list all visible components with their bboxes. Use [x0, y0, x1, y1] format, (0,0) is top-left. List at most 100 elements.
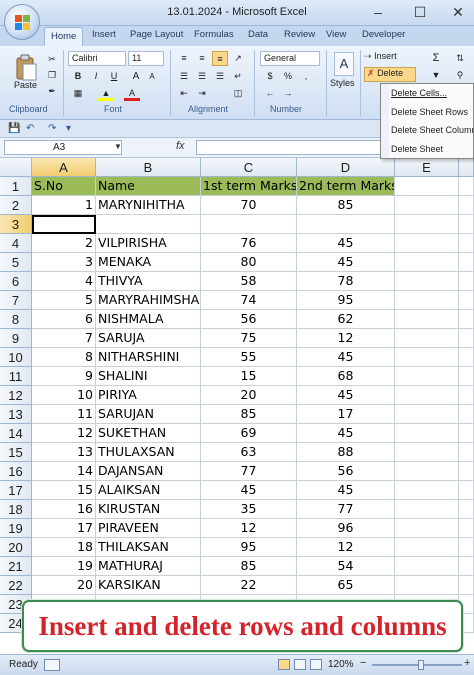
- table-cell[interactable]: 2: [32, 234, 96, 253]
- table-cell[interactable]: 45: [297, 234, 395, 253]
- align-left-icon[interactable]: ☰: [176, 69, 192, 84]
- tab-developer[interactable]: Developer: [362, 29, 405, 40]
- empty-cell[interactable]: [459, 291, 474, 310]
- table-cell[interactable]: THIVYA: [96, 272, 201, 291]
- table-cell[interactable]: 19: [32, 557, 96, 576]
- delete-cells-button[interactable]: ✗ Delete: [364, 67, 416, 82]
- table-cell[interactable]: 3: [32, 253, 96, 272]
- empty-cell[interactable]: [459, 386, 474, 405]
- empty-cell[interactable]: [395, 500, 459, 519]
- table-cell[interactable]: MENAKA: [96, 253, 201, 272]
- shrink-font-icon[interactable]: A: [144, 69, 160, 84]
- empty-cell[interactable]: [459, 576, 474, 595]
- sort-filter-icon[interactable]: ⇅: [452, 51, 468, 66]
- normal-view-icon[interactable]: [278, 659, 290, 670]
- table-cell[interactable]: 54: [297, 557, 395, 576]
- table-cell[interactable]: 63: [201, 443, 297, 462]
- align-bottom-icon[interactable]: ≡: [212, 51, 228, 66]
- insert-function-button[interactable]: fx: [176, 140, 185, 152]
- table-cell[interactable]: 68: [297, 367, 395, 386]
- table-cell[interactable]: 56: [201, 310, 297, 329]
- empty-cell[interactable]: [459, 500, 474, 519]
- table-cell[interactable]: SARUJA: [96, 329, 201, 348]
- select-all-corner[interactable]: [0, 158, 32, 177]
- comma-style-icon[interactable]: ,: [298, 69, 314, 84]
- table-cell[interactable]: [297, 215, 395, 234]
- empty-cell[interactable]: [459, 367, 474, 386]
- zoom-out-icon[interactable]: −: [360, 657, 366, 669]
- font-size-select[interactable]: 11: [128, 51, 164, 66]
- table-cell[interactable]: 65: [297, 576, 395, 595]
- table-cell[interactable]: KARSIKAN: [96, 576, 201, 595]
- table-cell[interactable]: PIRIYA: [96, 386, 201, 405]
- empty-cell[interactable]: [459, 196, 474, 215]
- macro-record-icon[interactable]: [44, 659, 60, 671]
- table-cell[interactable]: 75: [201, 329, 297, 348]
- table-cell[interactable]: [201, 215, 297, 234]
- empty-cell[interactable]: [395, 424, 459, 443]
- table-cell[interactable]: NITHARSHINI: [96, 348, 201, 367]
- font-name-select[interactable]: Calibri: [68, 51, 126, 66]
- bold-button[interactable]: B: [70, 69, 86, 84]
- grow-font-icon[interactable]: A: [128, 69, 144, 84]
- close-icon[interactable]: ✕: [448, 4, 468, 21]
- column-header-a[interactable]: A: [32, 158, 96, 177]
- row-header[interactable]: 14: [0, 424, 32, 443]
- row-header[interactable]: 17: [0, 481, 32, 500]
- empty-cell[interactable]: [395, 557, 459, 576]
- empty-cell[interactable]: [395, 348, 459, 367]
- table-cell[interactable]: 95: [201, 538, 297, 557]
- table-cell[interactable]: MATHURAJ: [96, 557, 201, 576]
- font-color-icon[interactable]: A: [124, 86, 140, 101]
- insert-cells-button[interactable]: ⇢ Insert: [364, 51, 414, 65]
- table-cell[interactable]: 7: [32, 329, 96, 348]
- empty-cell[interactable]: [395, 272, 459, 291]
- empty-cell[interactable]: [395, 519, 459, 538]
- empty-cell[interactable]: [395, 291, 459, 310]
- column-header-b[interactable]: B: [96, 158, 201, 177]
- empty-cell[interactable]: [395, 177, 459, 196]
- tab-data[interactable]: Data: [248, 29, 268, 40]
- empty-cell[interactable]: [395, 462, 459, 481]
- empty-cell[interactable]: [459, 424, 474, 443]
- table-cell[interactable]: 58: [201, 272, 297, 291]
- italic-button[interactable]: I: [88, 69, 104, 84]
- customize-qat-icon[interactable]: ▾: [66, 123, 71, 134]
- empty-cell[interactable]: [459, 538, 474, 557]
- table-cell[interactable]: 62: [297, 310, 395, 329]
- table-cell[interactable]: 56: [297, 462, 395, 481]
- zoom-level[interactable]: 120%: [328, 659, 354, 670]
- zoom-in-icon[interactable]: +: [464, 657, 470, 669]
- empty-cell[interactable]: [395, 196, 459, 215]
- column-header-f[interactable]: [459, 158, 474, 177]
- redo-icon[interactable]: ↷: [48, 123, 56, 134]
- fill-icon[interactable]: ▼: [428, 68, 444, 83]
- autosum-button[interactable]: Σ: [428, 51, 444, 66]
- table-cell[interactable]: 45: [297, 481, 395, 500]
- table-cell[interactable]: VILPIRISHA: [96, 234, 201, 253]
- table-cell[interactable]: 88: [297, 443, 395, 462]
- table-cell[interactable]: 14: [32, 462, 96, 481]
- menu-item-delete-cells[interactable]: Delete Cells...: [381, 84, 474, 102]
- table-cell[interactable]: 78: [297, 272, 395, 291]
- decrease-decimal-icon[interactable]: →: [280, 86, 296, 101]
- row-header[interactable]: 11: [0, 367, 32, 386]
- table-cell[interactable]: SUKETHAN: [96, 424, 201, 443]
- table-cell[interactable]: THILAKSAN: [96, 538, 201, 557]
- table-cell[interactable]: 9: [32, 367, 96, 386]
- table-cell[interactable]: 85: [297, 196, 395, 215]
- table-cell[interactable]: 45: [297, 424, 395, 443]
- align-right-icon[interactable]: ☰: [212, 69, 228, 84]
- table-cell[interactable]: 15: [32, 481, 96, 500]
- empty-cell[interactable]: [459, 215, 474, 234]
- maximize-icon[interactable]: ☐: [410, 4, 430, 21]
- row-header[interactable]: 1: [0, 177, 32, 196]
- menu-item-delete-sheet-rows[interactable]: Delete Sheet Rows: [381, 103, 474, 121]
- empty-cell[interactable]: [395, 367, 459, 386]
- table-cell[interactable]: 17: [297, 405, 395, 424]
- table-cell[interactable]: 77: [297, 500, 395, 519]
- percent-icon[interactable]: %: [280, 69, 296, 84]
- header-cell[interactable]: Name: [96, 177, 201, 196]
- table-cell[interactable]: KIRUSTAN: [96, 500, 201, 519]
- table-cell[interactable]: 85: [201, 557, 297, 576]
